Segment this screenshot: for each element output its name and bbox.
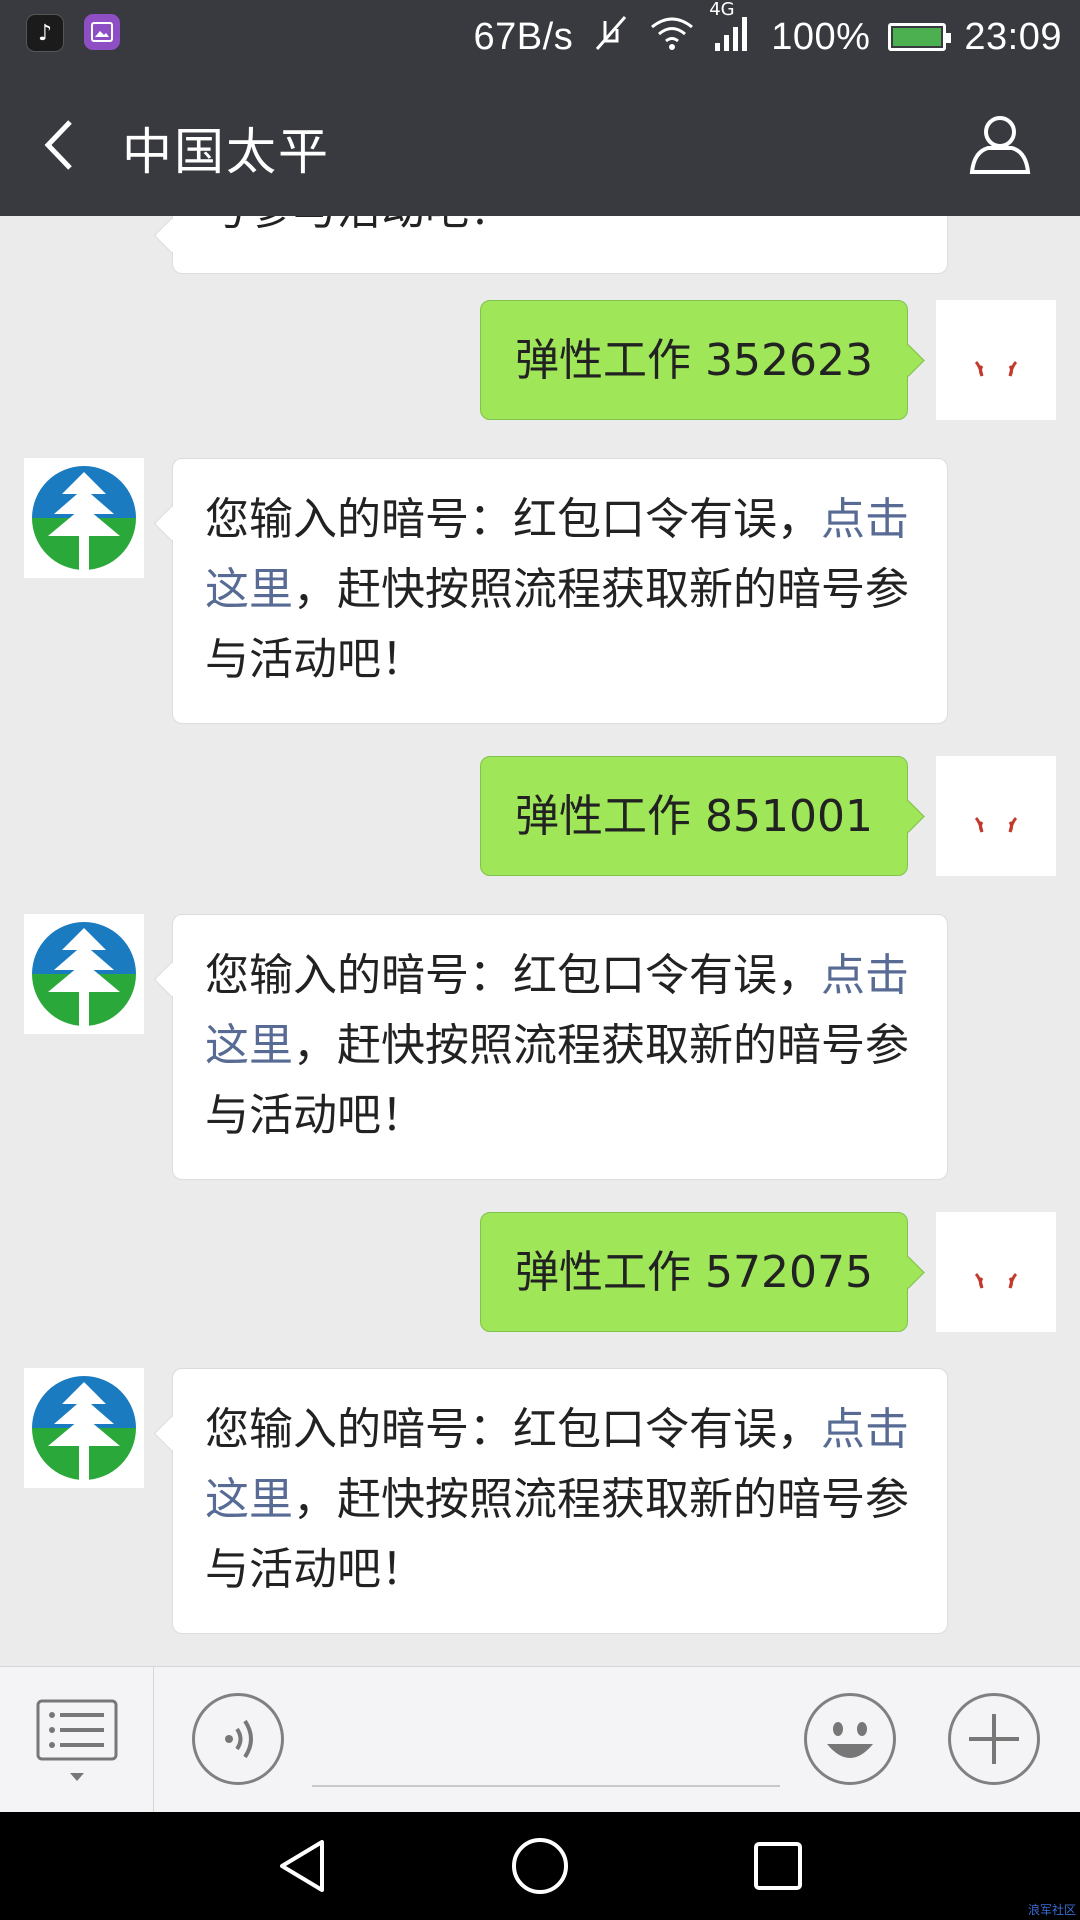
user-avatar-image: [936, 756, 1056, 876]
message-bubble-outgoing[interactable]: 弹性工作 352623: [480, 300, 908, 420]
avatar[interactable]: [24, 458, 144, 578]
message-text: 弹性工作 352623: [515, 335, 873, 386]
avatar[interactable]: [24, 914, 144, 1034]
user-icon: [969, 116, 1031, 174]
cntaiping-logo-icon: [24, 458, 144, 578]
message-text: 弹性工作 572075: [515, 1247, 873, 1298]
back-button[interactable]: [40, 118, 84, 172]
profile-button[interactable]: [968, 112, 1032, 176]
plus-icon: [969, 1714, 1019, 1764]
signal-icon: 4G: [709, 0, 753, 62]
page-title: 中国太平: [122, 123, 330, 181]
net-speed: 67B/s: [473, 15, 574, 58]
menu-list-icon: [36, 1699, 118, 1781]
battery-percent: 100%: [771, 15, 871, 58]
menu-toggle-button[interactable]: [0, 1667, 154, 1813]
chat-header: 中国太平: [0, 74, 1080, 216]
message-bubble-outgoing[interactable]: 弹性工作 572075: [480, 1212, 908, 1332]
cntaiping-logo-icon: [24, 914, 144, 1034]
tiktok-icon: ♪: [26, 14, 64, 52]
avatar[interactable]: [936, 756, 1056, 876]
system-nav-bar: 浪军社区: [0, 1812, 1080, 1920]
emoji-icon: [827, 1722, 873, 1758]
recents-square-icon[interactable]: [748, 1836, 808, 1896]
message-text: 您输入的暗号：红包口令有误，: [205, 950, 821, 1001]
voice-button[interactable]: [192, 1693, 284, 1785]
status-bar: ♪ 67B/s 4G 100% 23:09: [0, 0, 1080, 74]
emoji-button[interactable]: [804, 1693, 896, 1785]
back-triangle-icon[interactable]: [274, 1836, 334, 1896]
message-bubble-incoming: 您输入的暗号：红包口令有误，点击这里，赶快按照流程获取新的暗号参与活动吧！: [172, 914, 948, 1180]
gallery-icon: [84, 14, 120, 50]
message-text: 您输入的暗号：红包口令有误，: [205, 494, 821, 545]
network-type: 4G: [709, 0, 735, 20]
message-text: ，赶快按照流程获取新的暗号参与活动吧！: [205, 1020, 909, 1141]
message-text: ，赶快按照流程获取新的暗号参与活动吧！: [205, 1474, 909, 1595]
message-input[interactable]: [312, 1785, 780, 1787]
mute-icon: [591, 13, 631, 62]
voice-icon: [225, 1719, 253, 1759]
user-avatar-image: [936, 300, 1056, 420]
message-text: 弹性工作 851001: [515, 791, 873, 842]
message-bubble-incoming: 您输入的暗号：红包口令有误，点击这里，赶快按照流程获取新的暗号参与活动吧！: [172, 458, 948, 724]
avatar[interactable]: [936, 1212, 1056, 1332]
message-bubble-outgoing[interactable]: 弹性工作 851001: [480, 756, 908, 876]
chevron-left-icon: [44, 120, 72, 170]
avatar[interactable]: [936, 300, 1056, 420]
watermark: 浪军社区: [1027, 1903, 1076, 1917]
message-text: 号参与活动吧！: [205, 216, 513, 235]
message-list[interactable]: 号参与活动吧！ 弹性工作 352623 您输入的暗号：红包口令有误，点击这里，赶…: [0, 216, 1080, 1666]
more-button[interactable]: [948, 1693, 1040, 1785]
cntaiping-logo-icon: [24, 1368, 144, 1488]
battery-icon: [888, 23, 952, 51]
home-circle-icon[interactable]: [510, 1836, 570, 1896]
avatar[interactable]: [24, 1368, 144, 1488]
clock: 23:09: [964, 15, 1062, 58]
input-bar: [0, 1666, 1080, 1813]
message-bubble-incoming: 您输入的暗号：红包口令有误，点击这里，赶快按照流程获取新的暗号参与活动吧！: [172, 1368, 948, 1634]
message-text: 您输入的暗号：红包口令有误，: [205, 1404, 821, 1455]
wifi-icon: [649, 15, 695, 60]
message-text: ，赶快按照流程获取新的暗号参与活动吧！: [205, 564, 909, 685]
message-bubble-incoming: 号参与活动吧！: [172, 216, 948, 274]
user-avatar-image: [936, 1212, 1056, 1332]
